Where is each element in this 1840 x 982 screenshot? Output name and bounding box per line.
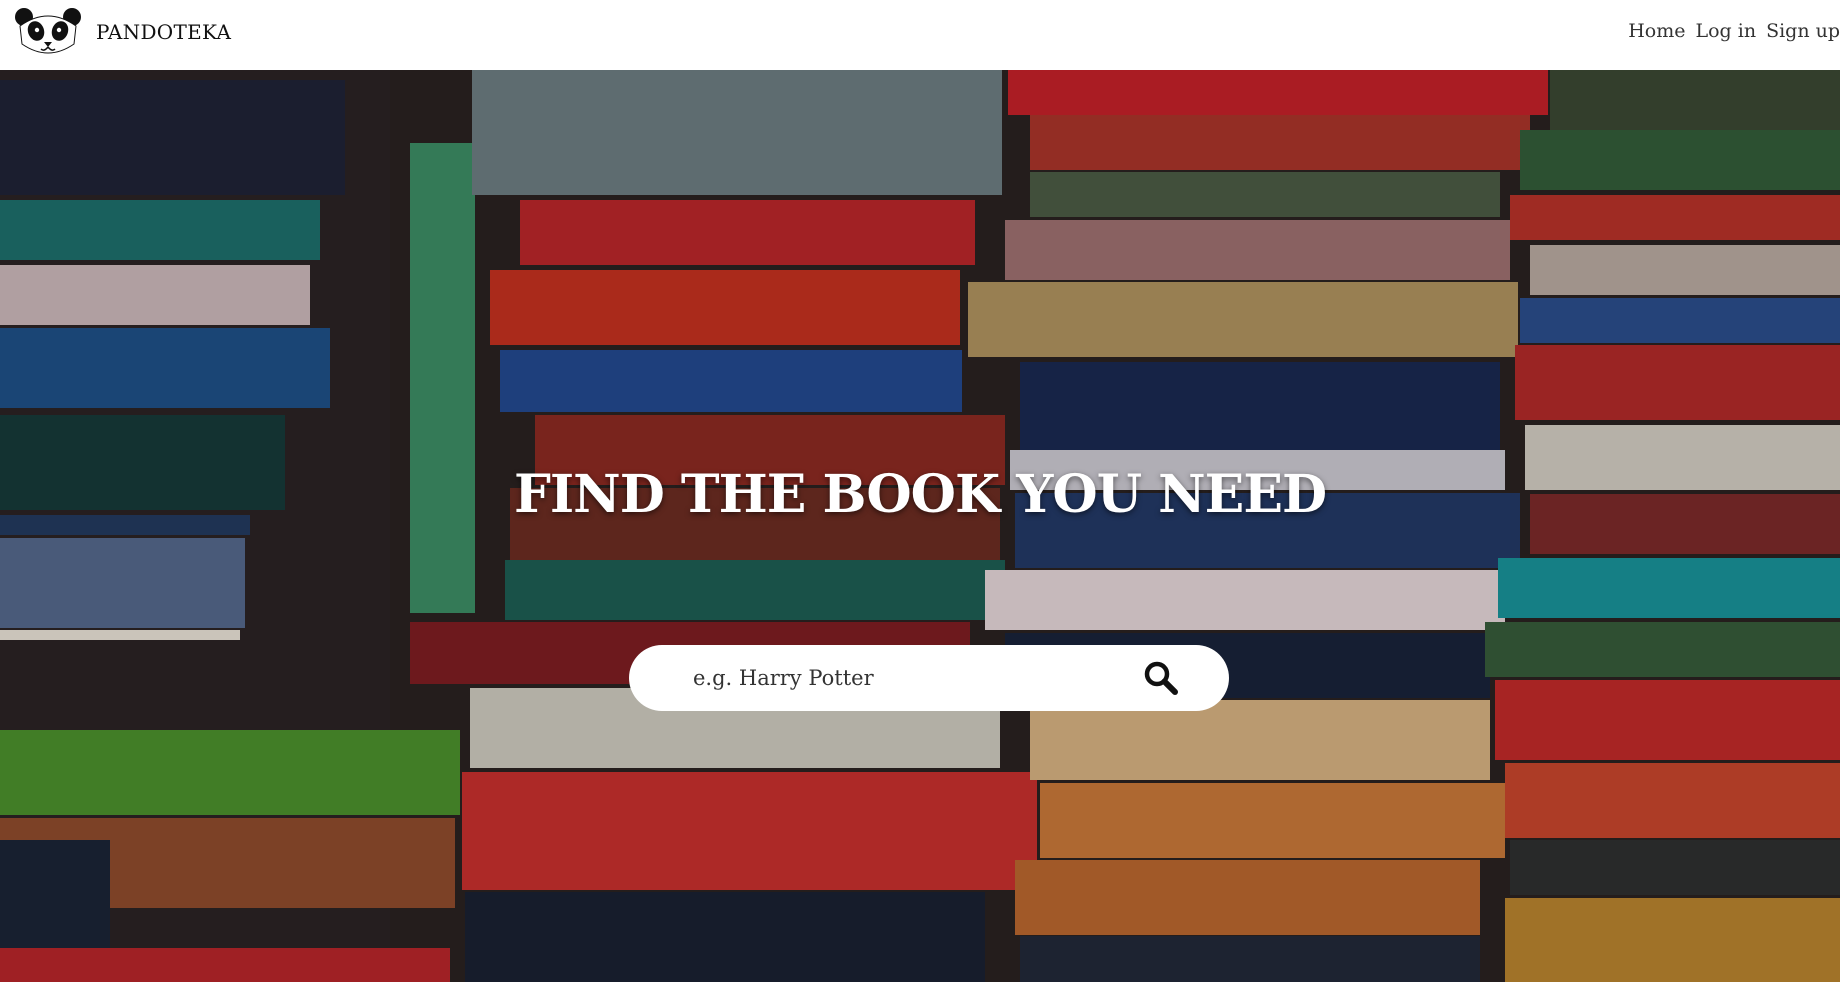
brand-name: PANDOTEKA xyxy=(96,20,232,44)
nav-signup-link[interactable]: Sign up xyxy=(1766,20,1840,42)
hero-headline: FIND THE BOOK YOU NEED xyxy=(513,464,1327,525)
search-icon[interactable] xyxy=(1142,659,1180,697)
nav-login-link[interactable]: Log in xyxy=(1695,20,1756,42)
main-nav: Home Log in Sign up xyxy=(1628,20,1840,42)
hero-section: FIND THE BOOK YOU NEED xyxy=(0,70,1840,982)
brand[interactable]: PANDOTEKA xyxy=(14,4,231,60)
hero-overlay xyxy=(0,70,1840,982)
panda-logo-icon xyxy=(15,8,81,54)
top-navbar: PANDOTEKA Home Log in Sign up xyxy=(0,0,1840,70)
search-bar xyxy=(629,645,1229,711)
nav-home-link[interactable]: Home xyxy=(1628,20,1685,42)
search-input[interactable] xyxy=(693,658,1113,698)
